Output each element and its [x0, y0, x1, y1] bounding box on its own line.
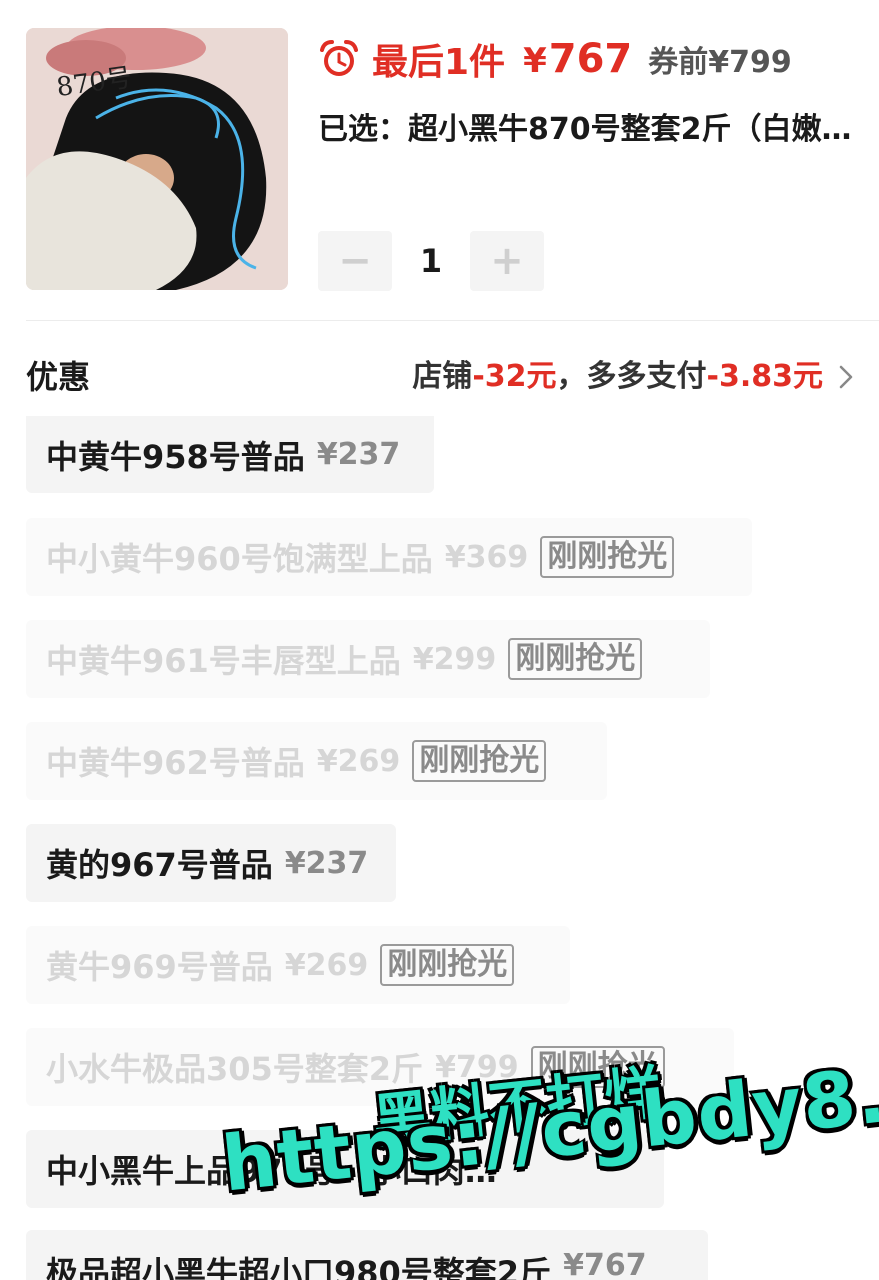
divider [26, 320, 879, 321]
selected-spec: 已选：超小黑牛870号整套2斤（白嫩… [318, 112, 852, 147]
option-item[interactable]: 黄牛969号普品 ¥269 刚刚抢光 [26, 926, 570, 1004]
option-item[interactable]: 极品超小黑牛超小口980号整套2斤 ¥767 [26, 1230, 708, 1280]
option-price: ¥767 [563, 1248, 647, 1280]
current-price: ¥767 [523, 36, 632, 82]
option-name: 小水牛极品305号整套2斤 [46, 1050, 424, 1088]
price-symbol: ¥ [523, 41, 547, 81]
sold-out-badge: 刚刚抢光 [380, 944, 515, 986]
plus-button[interactable]: + [470, 231, 544, 291]
quantity-stepper: − 1 + [318, 231, 544, 291]
option-item[interactable]: 黄的967号普品 ¥237 [26, 824, 396, 902]
chevron-right-icon [839, 365, 853, 389]
alarm-clock-icon [320, 40, 358, 76]
shop-discount-amount: -32元 [472, 359, 557, 394]
minus-button[interactable]: − [318, 231, 392, 291]
option-price: ¥237 [316, 437, 401, 472]
option-price: ¥269 [316, 743, 401, 779]
option-name: 中黄牛961号丰唇型上品 [46, 642, 401, 680]
option-item[interactable]: 中黄牛961号丰唇型上品 ¥299 刚刚抢光 [26, 620, 710, 698]
option-name: 极品超小黑牛超小口980号整套2斤 [46, 1254, 552, 1280]
stock-limit-text: 最后1件 [372, 42, 506, 83]
option-price: ¥369 [444, 539, 529, 575]
option-name: 中小黄牛960号饱满型上品 [46, 540, 433, 578]
sold-out-badge: 刚刚抢光 [508, 638, 643, 680]
option-name: 中黄牛962号普品 [46, 744, 305, 782]
quantity-value[interactable]: 1 [392, 242, 470, 280]
option-name: 中黄牛958号普品 [46, 437, 305, 476]
option-item[interactable]: 中黄牛962号普品 ¥269 刚刚抢光 [26, 722, 607, 800]
discount-detail[interactable]: 店铺 -32元 ，多多支付 -3.83元 [412, 356, 855, 398]
pay-discount-prefix: ，多多支付 [556, 359, 707, 394]
option-price: ¥269 [284, 947, 369, 983]
sold-out-badge: 刚刚抢光 [540, 536, 675, 578]
sold-out-badge: 刚刚抢光 [412, 740, 547, 782]
price-row: 最后1件 ¥767 券前¥799 [318, 34, 792, 84]
discount-label: 优惠 [26, 358, 91, 396]
original-price: 券前¥799 [648, 45, 792, 80]
option-item[interactable]: 中小黄牛960号饱满型上品 ¥369 刚刚抢光 [26, 518, 752, 596]
option-price: ¥299 [412, 641, 497, 677]
option-name: 黄牛969号普品 [46, 948, 273, 986]
price-value: 767 [548, 36, 633, 82]
pay-discount-amount: -3.83元 [706, 359, 823, 394]
shop-discount-prefix: 店铺 [412, 359, 473, 394]
option-price: ¥237 [284, 845, 369, 881]
option-item[interactable]: 中黄牛958号普品 ¥237 [26, 416, 434, 493]
option-name: 黄的967号普品 [46, 846, 273, 884]
